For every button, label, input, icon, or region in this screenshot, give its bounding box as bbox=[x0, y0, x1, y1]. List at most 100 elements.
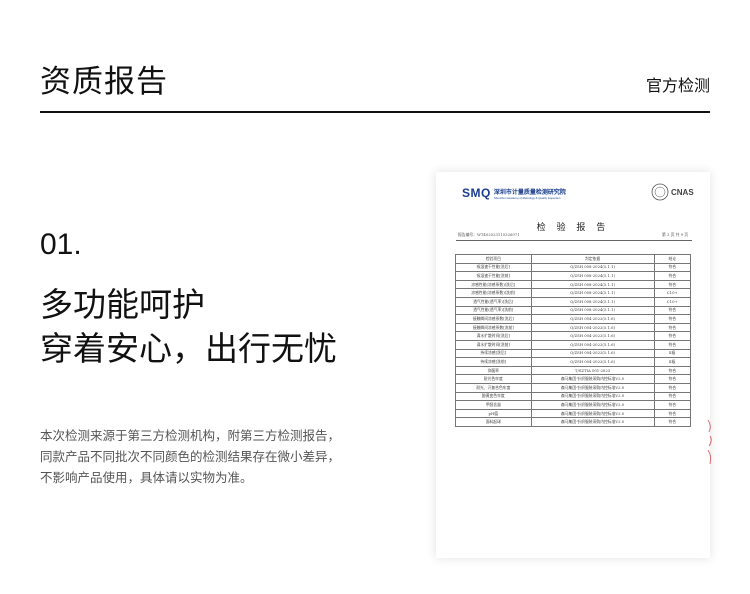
inspection-report-image: SMQ 深圳市计量质量检测研究院 Shenzhen Academy of Met… bbox=[436, 172, 710, 558]
section-heading-line1: 多功能呵护 bbox=[40, 285, 205, 324]
seal-stamp-fragment bbox=[707, 419, 712, 465]
table-cell: Q/ZSH 004-2022(5.1.6) bbox=[530, 314, 655, 324]
description-line: 同款产品不同批次不同颜色的检测结果存在微小差异， bbox=[40, 449, 341, 464]
table-cell: Ⅱ级 bbox=[653, 357, 691, 367]
table-cell: 透气性能(透气率)[洗前] bbox=[455, 305, 532, 316]
table-row: 持续凉感[洗前] Q/ZSH 004-2022(5.1.6) Ⅱ级 bbox=[455, 357, 691, 367]
description-line: 不影响产品使用，具体请以实物为准。 bbox=[40, 470, 253, 485]
table-cell: 抑菌率 bbox=[455, 365, 532, 376]
table-row: 凉感性能(凉感系数)[洗前] Q/ZSH 008-2024(5.1.1) C10+ bbox=[455, 288, 691, 298]
table-row: 耐光、汗复合色牢度 森马集团-针织服装采购内控标准V2.0 符合 bbox=[455, 382, 691, 393]
table-row: 接触瞬间凉感系数[洗前] Q/ZSH 004-2022(5.1.6) 符合 bbox=[455, 322, 691, 333]
table-row: 透气性能(透气率)[洗后] Q/ZSH 008-2024(5.1.1) C10+ bbox=[455, 296, 691, 307]
table-cell: 接触瞬间凉感系数[洗后] bbox=[455, 314, 532, 324]
table-cell: pH值 bbox=[455, 408, 532, 419]
table-cell: Q/ZSH 004-2022(5.1.6) bbox=[530, 348, 655, 359]
report-rule bbox=[456, 240, 692, 241]
table-row: 酚黄变色牢度 森马集团-针织服装采购内控标准V2.0 符合 bbox=[455, 391, 691, 402]
table-cell: 符合 bbox=[653, 305, 691, 316]
logo-mark: SMQ bbox=[462, 186, 491, 200]
report-table: 检验项目 判定依据 结论 吸湿速干性能[洗后] Q/ZSH 008-2024(5.… bbox=[455, 254, 691, 427]
table-cell: Q/ZSH 008-2024(5.1.1) bbox=[530, 279, 655, 290]
table-cell: 凉感性能(凉感系数)[洗前] bbox=[455, 288, 532, 298]
table-cell: 森马集团-针织服装采购内控标准V2.0 bbox=[530, 400, 655, 410]
table-cell: 酚黄变色牢度 bbox=[455, 391, 532, 402]
logo-cn: 深圳市计量质量检测研究院 bbox=[493, 188, 566, 196]
table-cell: T/SZTIA 001-2023 bbox=[530, 365, 655, 376]
table-cell: Q/ZSH 004-2022(5.1.6) bbox=[530, 357, 655, 367]
table-cell: 耐光、汗复合色牢度 bbox=[455, 382, 532, 393]
table-cell: Q/ZSH 008-2024(5.1.1) bbox=[530, 305, 655, 316]
table-cell: Q/ZSH 004-2022(5.1.6) bbox=[530, 339, 655, 350]
logo-en: Shenzhen Academy of Metrology & Quality … bbox=[493, 195, 561, 200]
table-row: 滴水扩散时间[洗前] Q/ZSH 004-2022(5.1.6) 符合 bbox=[455, 339, 691, 350]
table-cell: 持续凉感[洗后] bbox=[455, 348, 532, 359]
table-cell: Q/ZSH 008-2024(5.1.1) bbox=[530, 296, 655, 307]
table-cell: 符合 bbox=[653, 314, 691, 324]
table-cell: 持续凉感[洗前] bbox=[455, 357, 532, 367]
table-cell: C10+ bbox=[653, 288, 691, 298]
table-cell: 符合 bbox=[653, 262, 691, 273]
table-cell: Q/ZSH 008-2024(5.1.1) bbox=[530, 288, 655, 298]
svg-text:CNAS: CNAS bbox=[671, 188, 694, 197]
table-row: 持续凉感[洗后] Q/ZSH 004-2022(5.1.6) Ⅱ级 bbox=[455, 348, 691, 359]
page-title: 资质报告 bbox=[40, 64, 168, 100]
table-row: pH值 森马集团-针织服装采购内控标准V2.0 符合 bbox=[455, 408, 691, 419]
table-cell: 面料起球 bbox=[455, 417, 532, 427]
section-heading-line2: 穿着安心，出行无忧 bbox=[40, 329, 337, 368]
table-cell: 滴水扩散时间[洗前] bbox=[455, 339, 532, 350]
table-row: 面料起球 森马集团-针织服装采购内控标准V2.0 符合 bbox=[455, 417, 691, 427]
table-cell: Q/ZSH 008-2024(5.1.1) bbox=[530, 271, 655, 281]
certification-seal-icon: CNAS bbox=[651, 183, 694, 201]
table-cell: 接触瞬间凉感系数[洗前] bbox=[455, 322, 532, 333]
table-cell: 符合 bbox=[653, 339, 691, 350]
table-row: 滴水扩散时间[洗后] Q/ZSH 004-2022(5.1.6) 符合 bbox=[455, 331, 691, 341]
table-cell: 符合 bbox=[653, 391, 691, 402]
table-cell: 符合 bbox=[653, 331, 691, 341]
table-cell: C10+ bbox=[653, 296, 691, 307]
table-cell: 符合 bbox=[653, 382, 691, 393]
table-cell: 透气性能(透气率)[洗后] bbox=[455, 296, 532, 307]
table-cell: Q/ZSH 008-2024(5.1.1) bbox=[530, 262, 655, 273]
table-cell: 森马集团-针织服装采购内控标准V2.0 bbox=[530, 374, 655, 384]
table-cell: 森马集团-针织服装采购内控标准V2.0 bbox=[530, 382, 655, 393]
column-header: 检验项目 bbox=[455, 254, 532, 264]
table-row: 甲醛含量 森马集团-针织服装采购内控标准V2.0 符合 bbox=[455, 400, 691, 410]
table-cell: 凉感性能(凉感系数)[洗后] bbox=[455, 279, 532, 290]
table-cell: 符合 bbox=[653, 279, 691, 290]
table-row: 抑菌率 T/SZTIA 001-2023 符合 bbox=[455, 365, 691, 376]
page-subtitle: 官方检测 bbox=[645, 76, 710, 95]
table-cell: 森马集团-针织服装采购内控标准V2.0 bbox=[530, 417, 655, 427]
description-line: 本次检测来源于第三方检测机构，附第三方检测报告， bbox=[40, 428, 341, 443]
table-cell: 符合 bbox=[653, 271, 691, 281]
table-cell: 符合 bbox=[653, 408, 691, 419]
table-cell: 滴水扩散时间[洗后] bbox=[455, 331, 532, 341]
table-cell: Q/ZSH 004-2022(5.1.6) bbox=[530, 331, 655, 341]
section-description: 本次检测来源于第三方检测机构，附第三方检测报告， 同款产品不同批次不同颜色的检测… bbox=[40, 425, 380, 488]
table-cell: Ⅱ级 bbox=[653, 348, 691, 359]
table-row: 接触瞬间凉感系数[洗后] Q/ZSH 004-2022(5.1.6) 符合 bbox=[455, 314, 691, 324]
table-header-row: 检验项目 判定依据 结论 bbox=[455, 254, 691, 264]
table-row: 吸湿速干性能[洗后] Q/ZSH 008-2024(5.1.1) 符合 bbox=[455, 262, 691, 273]
table-cell: 耐光色牢度 bbox=[455, 374, 532, 384]
section-number: 01. bbox=[40, 228, 82, 261]
institute-logo: SMQ 深圳市计量质量检测研究院 Shenzhen Academy of Met… bbox=[462, 186, 566, 200]
column-header: 判定依据 bbox=[530, 254, 655, 264]
table-cell: Q/ZSH 004-2022(5.1.6) bbox=[530, 322, 655, 333]
column-header: 结论 bbox=[653, 254, 691, 264]
table-row: 耐光色牢度 森马集团-针织服装采购内控标准V2.0 符合 bbox=[455, 374, 691, 384]
table-row: 凉感性能(凉感系数)[洗后] Q/ZSH 008-2024(5.1.1) 符合 bbox=[455, 279, 691, 290]
table-cell: 甲醛含量 bbox=[455, 400, 532, 410]
report-number: 报告编号：WT402023110326971 bbox=[458, 232, 520, 237]
table-cell: 森马集团-针织服装采购内控标准V2.0 bbox=[530, 391, 655, 402]
header-divider bbox=[40, 111, 710, 113]
table-cell: 符合 bbox=[653, 417, 691, 427]
table-cell: 吸湿速干性能[洗后] bbox=[455, 262, 532, 273]
table-cell: 森马集团-针织服装采购内控标准V2.0 bbox=[530, 408, 655, 419]
table-cell: 符合 bbox=[653, 365, 691, 376]
table-cell: 吸湿速干性能[洗前] bbox=[455, 271, 532, 281]
table-cell: 符合 bbox=[653, 400, 691, 410]
table-cell: 符合 bbox=[653, 374, 691, 384]
table-row: 透气性能(透气率)[洗前] Q/ZSH 008-2024(5.1.1) 符合 bbox=[455, 305, 691, 316]
report-page: 第 3 页 共 9 页 bbox=[661, 232, 688, 237]
